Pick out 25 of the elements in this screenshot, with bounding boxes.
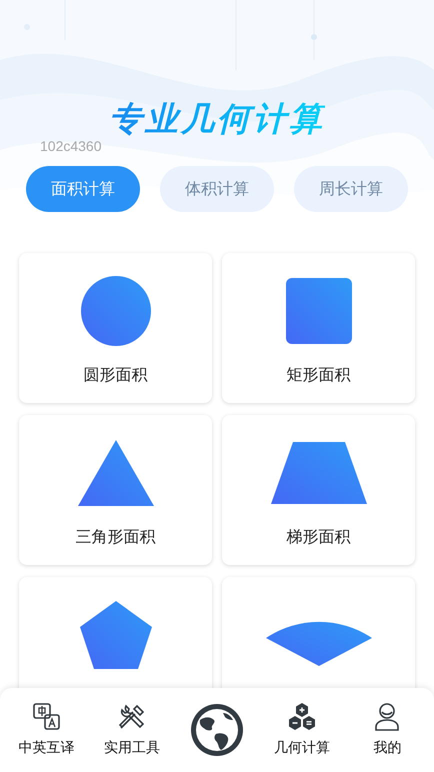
card-label: 矩形面积 — [286, 364, 350, 386]
nav-item[interactable]: 我的 — [347, 702, 428, 758]
shape-card[interactable]: 三角形面积 — [19, 415, 212, 565]
translate-icon — [32, 702, 62, 732]
shape-card[interactable] — [222, 577, 415, 688]
triangle-icon — [78, 440, 154, 506]
hexagons-icon — [287, 702, 318, 732]
nav-item[interactable]: 中英互译 — [6, 702, 87, 758]
square-icon — [286, 278, 352, 344]
card-label: 三角形面积 — [76, 526, 156, 548]
shape-card[interactable]: 矩形面积 — [222, 253, 415, 403]
circle-icon — [80, 275, 152, 347]
code-text: 102c4360 — [40, 138, 102, 154]
shape-card[interactable] — [19, 577, 212, 688]
tools-icon — [116, 702, 147, 732]
globe-icon[interactable] — [190, 703, 244, 757]
shape-card[interactable]: 梯形面积 — [222, 415, 415, 565]
nav-item[interactable]: 几何计算 — [262, 702, 342, 758]
pentagon-icon — [80, 601, 152, 669]
card-label: 圆形面积 — [84, 364, 148, 386]
nav-item[interactable]: 实用工具 — [92, 702, 172, 758]
card-label: 梯形面积 — [286, 526, 350, 548]
trapezoid-icon — [270, 442, 366, 504]
shape-card[interactable]: 圆形面积 — [19, 253, 212, 403]
profile-icon — [374, 702, 400, 732]
